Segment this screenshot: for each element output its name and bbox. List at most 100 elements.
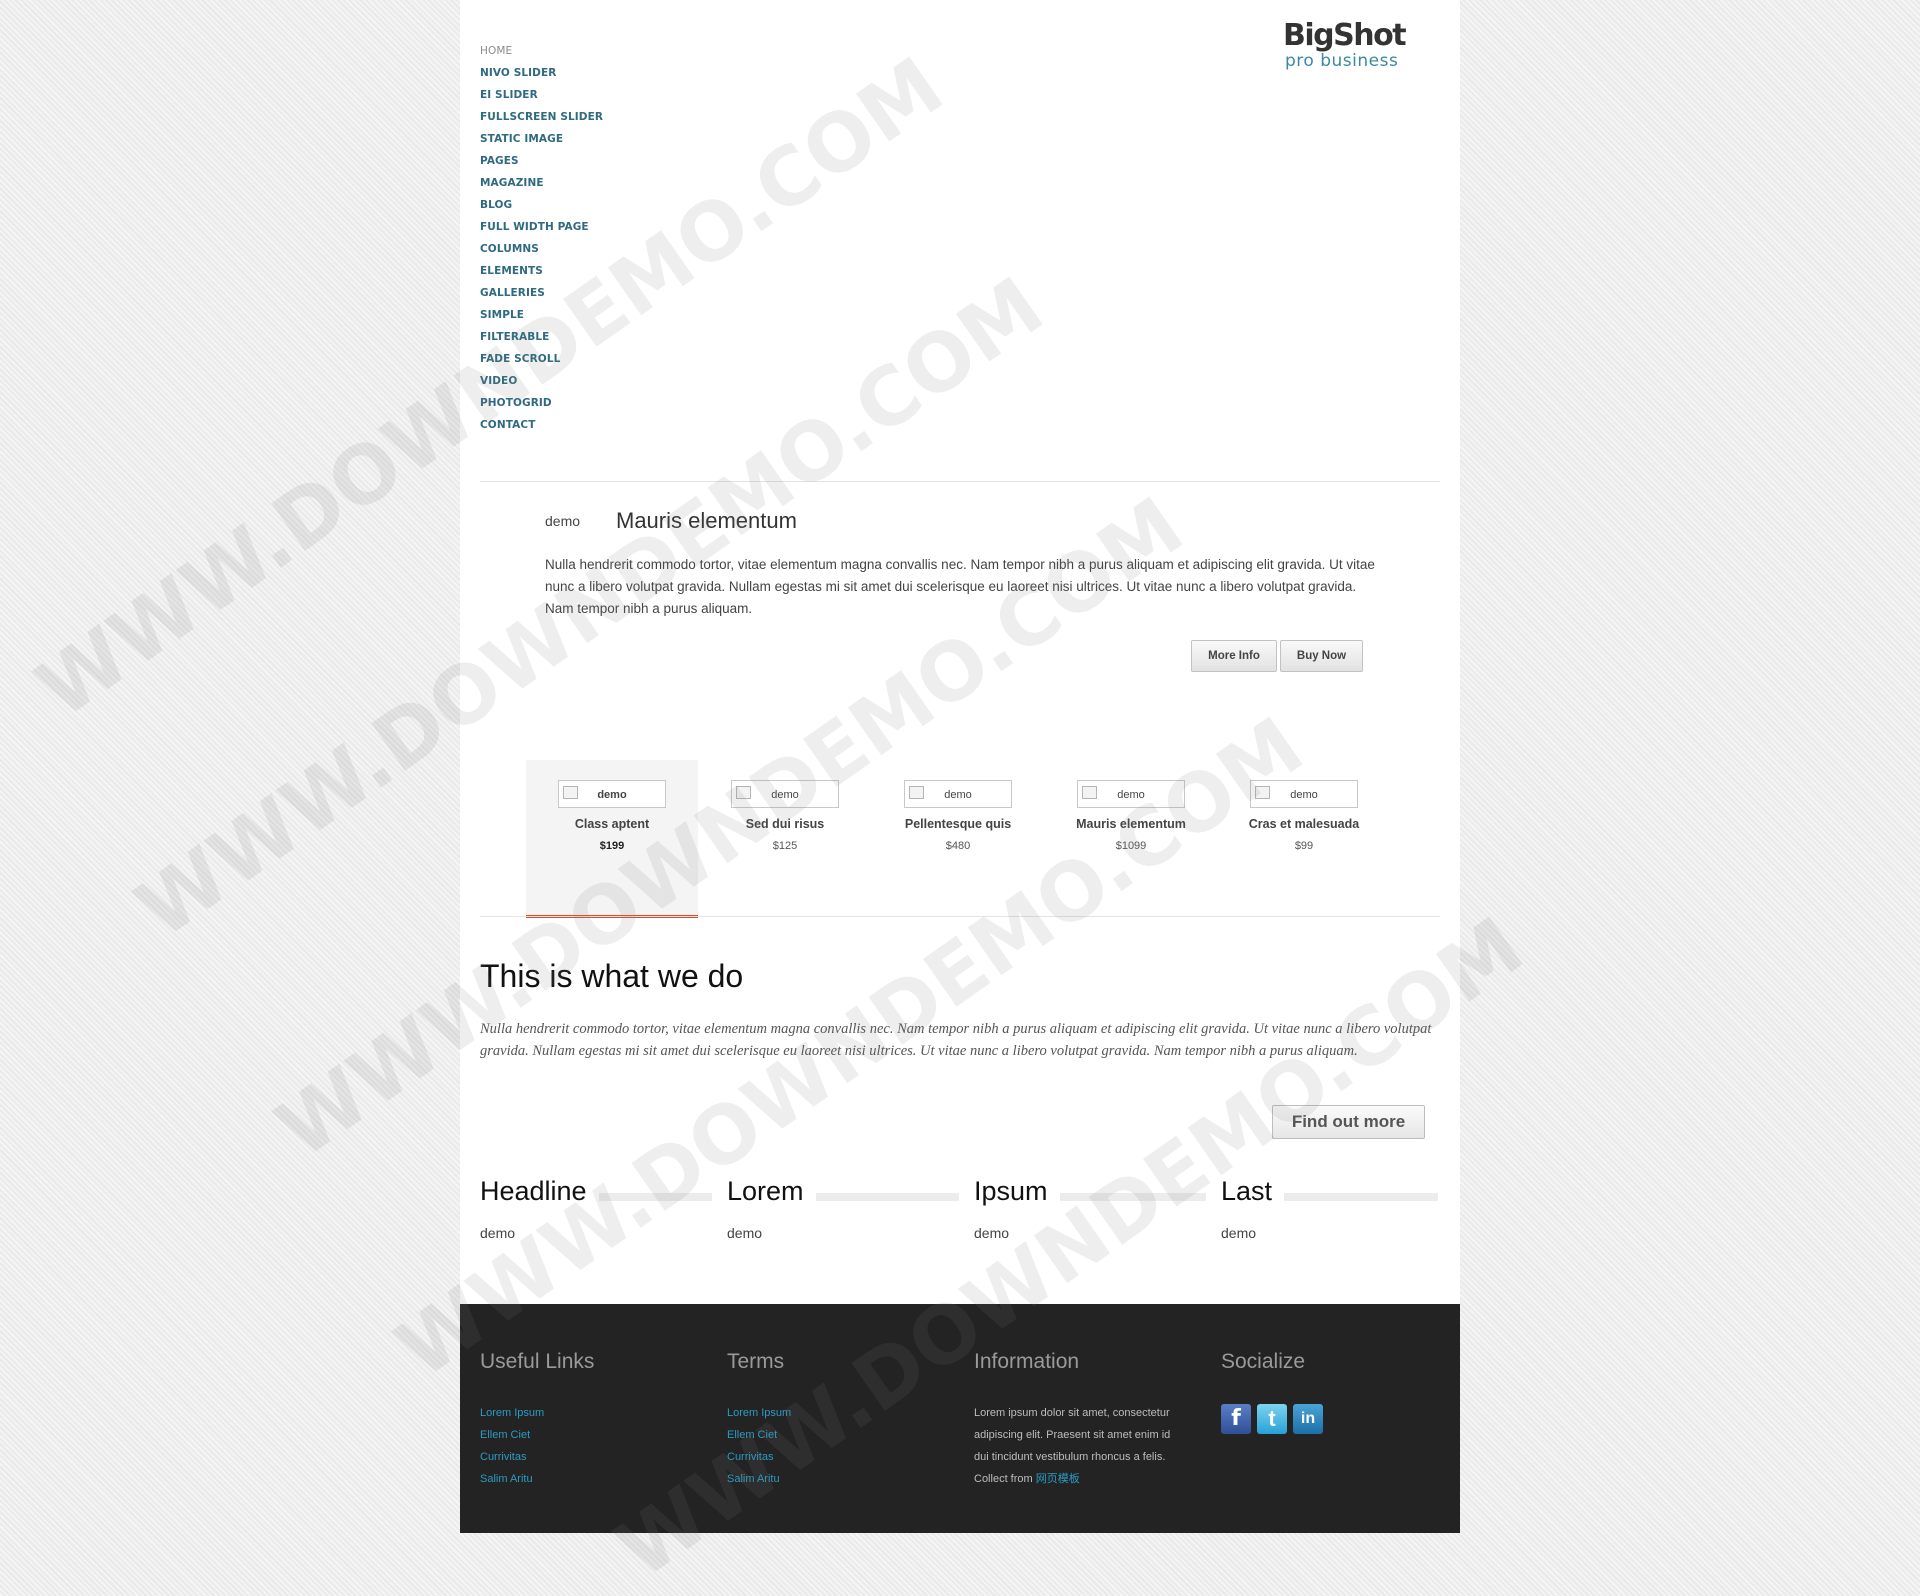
product-thumbnail: demo: [731, 780, 839, 808]
product-name: Class aptent: [574, 817, 650, 831]
nav-item-video[interactable]: VIDEO: [480, 374, 603, 396]
nav-item-magazine[interactable]: MAGAZINE: [480, 176, 603, 198]
logo-tagline: pro business: [1285, 51, 1399, 71]
column-image: demo: [727, 1225, 763, 1241]
product-price: $1099: [1115, 840, 1147, 852]
broken-image-icon: [909, 786, 924, 799]
find-out-more-button[interactable]: Find out more: [1272, 1105, 1425, 1139]
nav-item-home[interactable]: HOME: [480, 44, 603, 66]
footer-collect-line: Collect from 网页模板: [974, 1468, 1204, 1490]
column-image: demo: [1221, 1225, 1257, 1241]
nav-item-ei-slider[interactable]: EI SLIDER: [480, 88, 603, 110]
feature-title: Mauris elementum: [616, 508, 797, 533]
footer-link[interactable]: Currivitas: [480, 1446, 700, 1468]
product-price: $480: [945, 840, 971, 852]
footer-link[interactable]: Currivitas: [727, 1446, 947, 1468]
more-info-button[interactable]: More Info: [1191, 640, 1277, 672]
footer-useful-links: Useful Links Lorem Ipsum Ellem Ciet Curr…: [480, 1350, 700, 1490]
footer-link[interactable]: Lorem Ipsum: [727, 1402, 947, 1424]
footer-heading: Useful Links: [480, 1350, 595, 1373]
product-thumbnail: demo: [558, 780, 666, 808]
column-title: Last: [1221, 1176, 1285, 1207]
column-image: demo: [480, 1225, 516, 1241]
divider: [480, 481, 1440, 482]
column-title: Headline: [480, 1176, 599, 1207]
column-title: Lorem: [727, 1176, 816, 1207]
social-icons: f t in: [1221, 1404, 1441, 1434]
footer-link[interactable]: Ellem Ciet: [480, 1424, 700, 1446]
nav-item-full-width-page[interactable]: FULL WIDTH PAGE: [480, 220, 603, 242]
nav-item-contact[interactable]: CONTACT: [480, 418, 603, 440]
nav-item-blog[interactable]: BLOG: [480, 198, 603, 220]
facebook-icon[interactable]: f: [1221, 1404, 1251, 1434]
linkedin-icon[interactable]: in: [1293, 1404, 1323, 1434]
nav-item-pages[interactable]: PAGES: [480, 154, 603, 176]
product-thumbnail-alt: demo: [597, 789, 627, 801]
footer-information: Information Lorem ipsum dolor sit amet, …: [974, 1350, 1204, 1490]
collect-from-label: Collect from: [974, 1473, 1033, 1485]
product-card[interactable]: demo Cras et malesuada $99: [1218, 780, 1390, 852]
collect-from-link[interactable]: 网页模板: [1036, 1473, 1080, 1485]
main-nav: HOME NIVO SLIDER EI SLIDER FULLSCREEN SL…: [480, 44, 603, 440]
footer-heading: Socialize: [1221, 1350, 1306, 1373]
section-text: Nulla hendrerit commodo tortor, vitae el…: [480, 1021, 1432, 1059]
product-thumbnail-alt: demo: [771, 789, 799, 801]
product-price: $99: [1294, 840, 1314, 852]
column-title: Ipsum: [974, 1176, 1060, 1207]
nav-item-nivo-slider[interactable]: NIVO SLIDER: [480, 66, 603, 88]
product-thumbnail: demo: [904, 780, 1012, 808]
feature-image: demo: [545, 513, 581, 529]
nav-item-fade-scroll[interactable]: FADE SCROLL: [480, 352, 603, 374]
broken-image-icon: [563, 786, 578, 799]
feature-text: Nulla hendrerit commodo tortor, vitae el…: [545, 557, 1375, 616]
column-headline: Headline demo: [480, 1176, 712, 1241]
product-thumbnail-alt: demo: [1290, 789, 1318, 801]
footer-link[interactable]: Lorem Ipsum: [480, 1402, 700, 1424]
page-container: HOME NIVO SLIDER EI SLIDER FULLSCREEN SL…: [460, 0, 1460, 1533]
product-thumbnail-alt: demo: [944, 789, 972, 801]
footer-link[interactable]: Ellem Ciet: [727, 1424, 947, 1446]
logo-name: BigShot: [1283, 18, 1407, 53]
product-thumbnail: demo: [1077, 780, 1185, 808]
column-lorem: Lorem demo: [727, 1176, 959, 1241]
product-card[interactable]: demo Pellentesque quis $480: [872, 780, 1044, 852]
footer-link[interactable]: Salim Aritu: [727, 1468, 947, 1490]
nav-item-fullscreen-slider[interactable]: FULLSCREEN SLIDER: [480, 110, 603, 132]
nav-item-columns[interactable]: COLUMNS: [480, 242, 603, 264]
section-title: This is what we do: [480, 958, 744, 994]
nav-item-static-image[interactable]: STATIC IMAGE: [480, 132, 603, 154]
product-card[interactable]: demo Mauris elementum $1099: [1045, 780, 1217, 852]
product-name: Cras et malesuada: [1248, 817, 1360, 831]
product-price: $199: [599, 840, 625, 852]
footer-socialize: Socialize f t in: [1221, 1350, 1441, 1434]
product-price: $125: [772, 840, 798, 852]
footer-information-text: Lorem ipsum dolor sit amet, consectetur …: [974, 1402, 1204, 1490]
broken-image-icon: [1255, 786, 1270, 799]
footer: Useful Links Lorem Ipsum Ellem Ciet Curr…: [460, 1304, 1460, 1533]
twitter-icon[interactable]: t: [1257, 1404, 1287, 1434]
footer-text-line: Lorem ipsum dolor sit amet, consectetur: [974, 1407, 1170, 1419]
nav-item-simple[interactable]: SIMPLE: [480, 308, 603, 330]
footer-text-line: adipiscing elit. Praesent sit amet enim …: [974, 1429, 1171, 1441]
product-thumbnail-alt: demo: [1117, 789, 1145, 801]
product-name: Mauris elementum: [1076, 817, 1186, 831]
footer-heading: Terms: [727, 1350, 785, 1373]
column-ipsum: Ipsum demo: [974, 1176, 1206, 1241]
site-logo[interactable]: BigShot pro business: [1283, 18, 1407, 71]
nav-item-galleries[interactable]: GALLERIES: [480, 286, 603, 308]
nav-item-filterable[interactable]: FILTERABLE: [480, 330, 603, 352]
nav-item-elements[interactable]: ELEMENTS: [480, 264, 603, 286]
divider: [480, 916, 1440, 917]
buy-now-button[interactable]: Buy Now: [1280, 640, 1363, 672]
footer-text-line: dui tincidunt vestibulum rhoncus a felis…: [974, 1451, 1166, 1463]
product-name: Pellentesque quis: [904, 817, 1012, 831]
footer-link[interactable]: Salim Aritu: [480, 1468, 700, 1490]
product-card[interactable]: demo Class aptent $199: [526, 780, 698, 852]
footer-terms: Terms Lorem Ipsum Ellem Ciet Currivitas …: [727, 1350, 947, 1490]
product-card[interactable]: demo Sed dui risus $125: [699, 780, 871, 852]
column-image: demo: [974, 1225, 1010, 1241]
broken-image-icon: [1082, 786, 1097, 799]
footer-heading: Information: [974, 1350, 1080, 1373]
nav-item-photogrid[interactable]: PHOTOGRID: [480, 396, 603, 418]
column-last: Last demo: [1221, 1176, 1438, 1241]
